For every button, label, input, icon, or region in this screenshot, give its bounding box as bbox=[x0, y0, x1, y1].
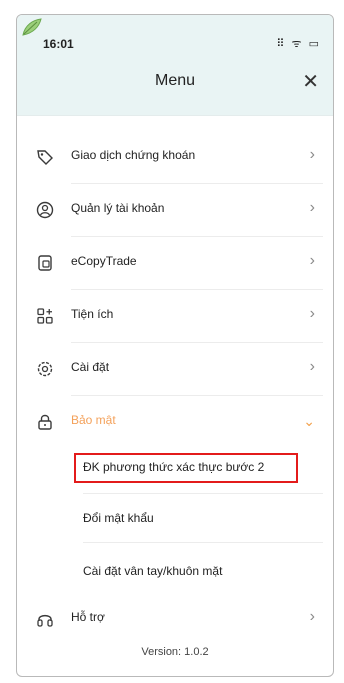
headset-icon bbox=[35, 609, 55, 629]
chevron-right-icon: › bbox=[309, 608, 315, 625]
menu-item-label: Cài đặt bbox=[71, 360, 110, 374]
menu-item-ho-tro[interactable]: Hỗ trợ › bbox=[17, 593, 333, 645]
phone-frame: 16:01 ⠿ ᯤ ▭ Menu ✕ Giao dịch chứng khoán… bbox=[16, 14, 334, 677]
lock-icon bbox=[35, 412, 55, 432]
menu-item-tien-ich[interactable]: Tiện ích › bbox=[17, 290, 333, 342]
chevron-right-icon: › bbox=[309, 252, 315, 269]
menu-item-quan-ly-tai-khoan[interactable]: Quản lý tài khoản › bbox=[17, 184, 333, 236]
submenu-item-label: ĐK phương thức xác thực bước 2 bbox=[83, 460, 265, 474]
submenu-item-label: Cài đặt vân tay/khuôn mặt bbox=[83, 564, 223, 578]
menu-item-label: Tiện ích bbox=[71, 307, 114, 321]
menu-item-label: Hỗ trợ bbox=[71, 610, 105, 624]
grid-plus-icon bbox=[35, 306, 55, 326]
submenu-item-doi-mat-khau[interactable]: Đổi mật khẩu bbox=[17, 498, 333, 542]
menu-item-label: Giao dịch chứng khoán bbox=[71, 148, 196, 162]
menu-item-ecopytrade[interactable]: eCopyTrade › bbox=[17, 237, 333, 289]
copy-document-icon bbox=[35, 253, 55, 273]
close-icon[interactable]: ✕ bbox=[302, 69, 319, 94]
menu-item-cai-dat[interactable]: Cài đặt › bbox=[17, 343, 333, 395]
version-text: Version: 1.0.2 bbox=[141, 646, 209, 658]
submenu-item-dang-ky-xac-thuc[interactable]: ĐK phương thức xác thực bước 2 bbox=[17, 447, 333, 491]
gear-icon bbox=[35, 359, 55, 379]
menu-item-label: eCopyTrade bbox=[71, 254, 137, 268]
status-icons: ⠿ ᯤ ▭ bbox=[276, 38, 321, 50]
menu-item-label: Bảo mật bbox=[71, 413, 116, 427]
submenu-item-van-tay[interactable]: Cài đặt vân tay/khuôn mặt bbox=[17, 551, 333, 595]
chevron-right-icon: › bbox=[309, 146, 315, 163]
tag-icon bbox=[35, 147, 55, 167]
menu-item-giao-dich[interactable]: Giao dịch chứng khoán › bbox=[17, 131, 333, 183]
status-time: 16:01 bbox=[43, 37, 74, 51]
menu-header: Menu ✕ bbox=[17, 55, 333, 116]
menu-item-label: Quản lý tài khoản bbox=[71, 201, 165, 215]
leaf-decoration-icon bbox=[22, 18, 42, 36]
submenu-item-label: Đổi mật khẩu bbox=[83, 511, 154, 525]
page-title: Menu bbox=[154, 72, 196, 89]
status-bar: 16:01 ⠿ ᯤ ▭ bbox=[17, 15, 333, 55]
chevron-right-icon: › bbox=[309, 358, 315, 375]
chevron-right-icon: › bbox=[309, 305, 315, 322]
menu-item-bao-mat[interactable]: Bảo mật ⌄ bbox=[17, 396, 333, 448]
divider bbox=[83, 493, 323, 494]
user-circle-icon bbox=[35, 200, 55, 220]
chevron-down-icon: ⌄ bbox=[303, 413, 315, 429]
divider bbox=[83, 542, 323, 543]
chevron-right-icon: › bbox=[309, 199, 315, 216]
